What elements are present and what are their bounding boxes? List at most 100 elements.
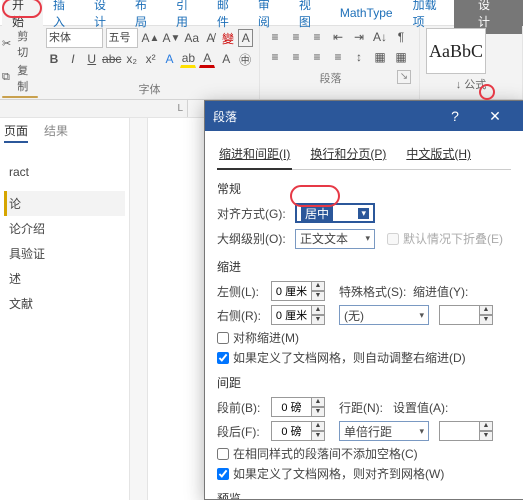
- font-family-select[interactable]: 宋体: [46, 28, 103, 48]
- ribbon: ✂ 剪切 ⧉ 复制 格式刷 宋体 五号 A▲ A▼ Aa A̸ 變 A B I …: [0, 26, 523, 100]
- dlg-tab-indent[interactable]: 缩进和间距(I): [217, 141, 292, 170]
- spin-up-icon[interactable]: ▲: [311, 281, 325, 291]
- spin-down-icon[interactable]: ▼: [311, 407, 325, 417]
- outline-label: 大纲级别(O):: [217, 230, 291, 247]
- right-indent-spinner[interactable]: ▲▼: [271, 305, 325, 325]
- shading-icon[interactable]: ▦: [371, 48, 389, 66]
- italic-icon[interactable]: I: [65, 50, 81, 68]
- spin-up-icon[interactable]: ▲: [311, 397, 325, 407]
- list-item[interactable]: [4, 316, 125, 324]
- list-item[interactable]: 述: [4, 266, 125, 291]
- after-spinner[interactable]: ▲▼: [271, 421, 325, 441]
- list-item[interactable]: 具验证: [4, 241, 125, 266]
- set-value-spinner[interactable]: ▲▼: [439, 421, 493, 441]
- borders-icon[interactable]: ▦: [392, 48, 410, 66]
- cut-button[interactable]: ✂ 剪切: [2, 28, 38, 60]
- subscript-icon[interactable]: x₂: [124, 50, 140, 68]
- copy-icon: ⧉: [2, 71, 15, 85]
- dlg-tab-cn[interactable]: 中文版式(H): [404, 141, 473, 169]
- scissors-icon: ✂: [2, 37, 15, 51]
- line-label: 行距(N):: [339, 399, 389, 416]
- align-justify-icon[interactable]: ≡: [329, 48, 347, 66]
- underline-icon[interactable]: U: [84, 50, 100, 68]
- text-effects-icon[interactable]: A: [162, 50, 178, 68]
- spin-down-icon[interactable]: ▼: [311, 315, 325, 325]
- list-item[interactable]: [4, 153, 125, 161]
- indent-inc-icon[interactable]: ⇥: [350, 28, 368, 46]
- phonetic-icon[interactable]: 變: [221, 29, 236, 47]
- char-shading-icon[interactable]: A: [218, 50, 234, 68]
- clear-format-icon[interactable]: A̸: [203, 29, 218, 47]
- paragraph-group-label: 段落: [266, 70, 395, 86]
- special-select[interactable]: (无)▾: [339, 305, 429, 325]
- vertical-ruler[interactable]: [130, 118, 148, 500]
- set-label: 设置值(A):: [393, 399, 453, 416]
- indent-val-spinner[interactable]: ▲▼: [439, 305, 493, 325]
- ribbon-tabs: 开始 插入 设计 布局 引用 邮件 审阅 视图 MathType 加载项 设计: [0, 0, 523, 26]
- strike-icon[interactable]: abc: [103, 50, 121, 68]
- show-marks-icon[interactable]: ¶: [392, 28, 410, 46]
- numbering-icon[interactable]: ≡: [287, 28, 305, 46]
- collapse-checkbox[interactable]: 默认情况下折叠(E): [387, 230, 503, 247]
- chevron-down-icon: ▾: [419, 310, 424, 321]
- no-space-same-style-checkbox[interactable]: 在相同样式的段落间不添加空格(C): [217, 445, 511, 462]
- list-item[interactable]: 论介绍: [4, 216, 125, 241]
- spin-up-icon[interactable]: ▲: [479, 421, 493, 431]
- line-spacing-select[interactable]: 单倍行距▾: [339, 421, 429, 441]
- bullets-icon[interactable]: ≡: [266, 28, 284, 46]
- spin-up-icon[interactable]: ▲: [479, 305, 493, 315]
- align-left-icon[interactable]: ≡: [266, 48, 284, 66]
- char-border-icon[interactable]: A: [238, 29, 253, 47]
- auto-indent-grid-checkbox[interactable]: 如果定义了文档网格，则自动调整右缩进(D): [217, 349, 511, 366]
- spin-up-icon[interactable]: ▲: [311, 305, 325, 315]
- shrink-font-icon[interactable]: A▼: [162, 29, 180, 47]
- before-spinner[interactable]: ▲▼: [271, 397, 325, 417]
- enclose-char-icon[interactable]: ㊥: [237, 50, 253, 68]
- spin-down-icon[interactable]: ▼: [311, 291, 325, 301]
- snap-grid-checkbox[interactable]: 如果定义了文档网格，则对齐到网格(W): [217, 465, 511, 482]
- font-size-select[interactable]: 五号: [106, 28, 139, 48]
- list-item[interactable]: 论: [4, 191, 125, 216]
- outline-select[interactable]: 正文文本▾: [295, 229, 375, 249]
- highlight-icon[interactable]: ab: [180, 50, 196, 68]
- font-color-icon[interactable]: A: [199, 50, 215, 68]
- copy-button[interactable]: ⧉ 复制: [2, 62, 38, 94]
- list-item[interactable]: 文献: [4, 291, 125, 316]
- sort-icon[interactable]: A↓: [371, 28, 389, 46]
- change-case-icon[interactable]: Aa: [183, 29, 200, 47]
- tab-mathtype[interactable]: MathType: [330, 2, 403, 24]
- close-icon[interactable]: ✕: [475, 108, 515, 125]
- superscript-icon[interactable]: x²: [143, 50, 159, 68]
- align-select[interactable]: 居中▾: [295, 203, 375, 223]
- spin-down-icon[interactable]: ▼: [479, 431, 493, 441]
- help-icon[interactable]: ?: [435, 108, 475, 124]
- style-name-label: 公式: [464, 79, 486, 91]
- paragraph-launcher-icon[interactable]: ↘: [397, 70, 411, 84]
- list-item[interactable]: [4, 183, 125, 191]
- style-preview[interactable]: AaBbC: [426, 28, 486, 74]
- spin-down-icon[interactable]: ▼: [479, 315, 493, 325]
- chevron-down-icon: ▾: [419, 426, 424, 437]
- symmetric-indent-checkbox[interactable]: 对称缩进(M): [217, 329, 511, 346]
- dlg-tab-page[interactable]: 换行和分页(P): [308, 141, 388, 169]
- spin-down-icon[interactable]: ▼: [311, 431, 325, 441]
- copy-label: 复制: [17, 62, 38, 94]
- line-spacing-icon[interactable]: ↕: [350, 48, 368, 66]
- dialog-titlebar[interactable]: 段落 ? ✕: [205, 101, 523, 131]
- align-center-icon[interactable]: ≡: [287, 48, 305, 66]
- bold-icon[interactable]: B: [46, 50, 62, 68]
- font-group-label: 字体: [46, 81, 253, 97]
- nav-tab-page[interactable]: 页面: [4, 122, 28, 143]
- grow-font-icon[interactable]: A▲: [141, 29, 159, 47]
- left-indent-spinner[interactable]: ▲▼: [271, 281, 325, 301]
- indent-dec-icon[interactable]: ⇤: [329, 28, 347, 46]
- spin-up-icon[interactable]: ▲: [311, 421, 325, 431]
- after-label: 段后(F):: [217, 423, 267, 440]
- align-right-icon[interactable]: ≡: [308, 48, 326, 66]
- list-item[interactable]: ract: [4, 161, 125, 183]
- multilevel-icon[interactable]: ≡: [308, 28, 326, 46]
- before-label: 段前(B):: [217, 399, 267, 416]
- nav-pane: 页面 结果 ract 论 论介绍 具验证 述 文献: [0, 118, 130, 500]
- format-painter-icon[interactable]: [2, 96, 38, 98]
- nav-tab-result[interactable]: 结果: [44, 122, 68, 143]
